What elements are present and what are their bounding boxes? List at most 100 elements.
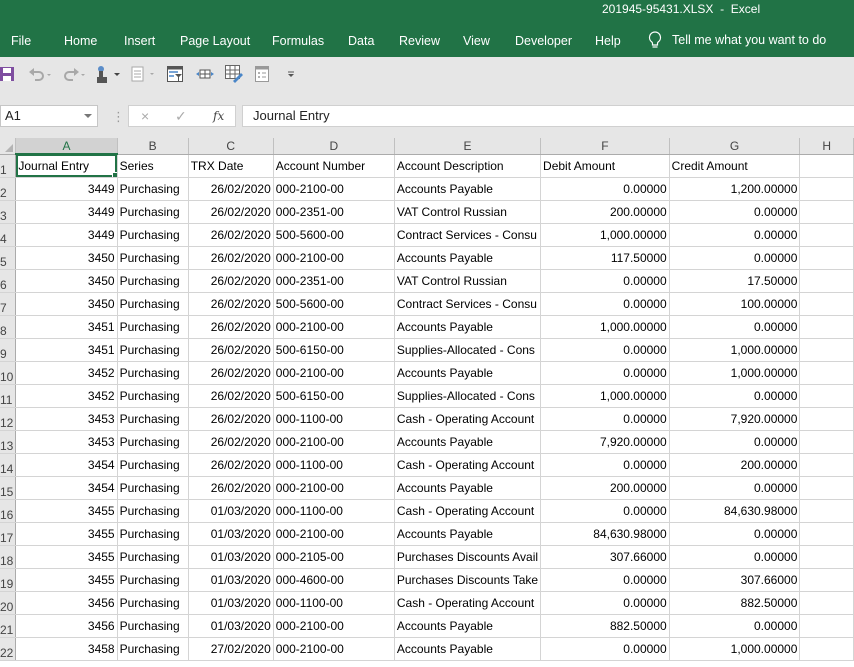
row-header[interactable]: 1 bbox=[0, 154, 17, 178]
cell[interactable]: Supplies-Allocated - Cons bbox=[394, 384, 542, 408]
cell[interactable]: 000-2100-00 bbox=[273, 361, 395, 385]
name-box[interactable]: A1 bbox=[0, 105, 98, 127]
column-header-a[interactable]: A bbox=[15, 138, 118, 155]
tell-me-search[interactable]: Tell me what you want to do bbox=[648, 31, 826, 49]
cell[interactable]: 3453 bbox=[15, 430, 118, 454]
cell[interactable]: Purchasing bbox=[117, 246, 189, 270]
cell[interactable]: 7,920.00000 bbox=[669, 407, 801, 431]
cell[interactable]: 0.00000 bbox=[540, 177, 670, 201]
cell[interactable]: Accounts Payable bbox=[394, 614, 542, 638]
cell[interactable]: 3450 bbox=[15, 269, 118, 293]
cell[interactable]: Cash - Operating Account bbox=[394, 499, 542, 523]
cell[interactable]: 26/02/2020 bbox=[188, 384, 274, 408]
touch-mode-icon[interactable] bbox=[96, 65, 122, 83]
row-header[interactable]: 16 bbox=[0, 499, 17, 523]
cell[interactable]: 000-2100-00 bbox=[273, 522, 395, 546]
cell[interactable]: Purchasing bbox=[117, 591, 189, 615]
customize-qat-icon[interactable] bbox=[287, 65, 295, 83]
row-header[interactable]: 3 bbox=[0, 200, 17, 224]
tab-data[interactable]: Data bbox=[348, 34, 374, 48]
cell[interactable]: Accounts Payable bbox=[394, 246, 542, 270]
column-width-icon[interactable] bbox=[196, 65, 214, 83]
cell[interactable]: 1,000.00000 bbox=[669, 637, 801, 661]
formula-input[interactable]: Journal Entry bbox=[242, 105, 854, 127]
cell[interactable]: 000-2100-00 bbox=[273, 430, 395, 454]
cell[interactable]: 100.00000 bbox=[669, 292, 801, 316]
cell[interactable]: 84,630.98000 bbox=[669, 499, 801, 523]
cell[interactable]: Contract Services - Consu bbox=[394, 223, 542, 247]
cell[interactable]: 3452 bbox=[15, 384, 118, 408]
row-header[interactable]: 20 bbox=[0, 591, 17, 615]
cell[interactable]: 000-2100-00 bbox=[273, 177, 395, 201]
cell[interactable] bbox=[799, 177, 854, 201]
row-header[interactable]: 11 bbox=[0, 384, 17, 408]
cell[interactable]: 0.00000 bbox=[669, 223, 801, 247]
cell[interactable]: 26/02/2020 bbox=[188, 223, 274, 247]
cell[interactable]: Accounts Payable bbox=[394, 177, 542, 201]
cell[interactable]: Purchasing bbox=[117, 292, 189, 316]
cell[interactable]: 17.50000 bbox=[669, 269, 801, 293]
cell[interactable]: 117.50000 bbox=[540, 246, 670, 270]
cell[interactable] bbox=[799, 591, 854, 615]
row-header[interactable]: 10 bbox=[0, 361, 17, 385]
cell[interactable]: 26/02/2020 bbox=[188, 476, 274, 500]
column-header-f[interactable]: F bbox=[540, 138, 670, 155]
cell[interactable]: VAT Control Russian bbox=[394, 269, 542, 293]
row-header[interactable]: 2 bbox=[0, 177, 17, 201]
cell[interactable]: Accounts Payable bbox=[394, 361, 542, 385]
row-header[interactable]: 9 bbox=[0, 338, 17, 362]
cell[interactable]: 26/02/2020 bbox=[188, 177, 274, 201]
cell[interactable] bbox=[799, 499, 854, 523]
cell[interactable]: 000-2100-00 bbox=[273, 637, 395, 661]
tab-developer[interactable]: Developer bbox=[515, 34, 572, 48]
cell[interactable]: 000-2100-00 bbox=[273, 315, 395, 339]
cell[interactable]: 3450 bbox=[15, 246, 118, 270]
cell[interactable]: 000-1100-00 bbox=[273, 453, 395, 477]
cell[interactable]: 000-2105-00 bbox=[273, 545, 395, 569]
fill-handle[interactable] bbox=[111, 171, 117, 176]
cell[interactable]: 000-1100-00 bbox=[273, 591, 395, 615]
cell[interactable]: 500-6150-00 bbox=[273, 384, 395, 408]
cell[interactable]: 3456 bbox=[15, 591, 118, 615]
enter-icon[interactable]: ✓ bbox=[175, 108, 187, 125]
tab-file[interactable]: File bbox=[11, 34, 31, 48]
column-header-g[interactable]: G bbox=[669, 138, 801, 155]
cell[interactable] bbox=[799, 453, 854, 477]
header-cell[interactable]: Account Description bbox=[394, 154, 542, 178]
tab-page-layout[interactable]: Page Layout bbox=[180, 34, 250, 48]
cell[interactable]: Purchasing bbox=[117, 545, 189, 569]
name-box-dropdown-icon[interactable] bbox=[84, 114, 92, 118]
cell[interactable]: 3451 bbox=[15, 338, 118, 362]
cell[interactable] bbox=[799, 292, 854, 316]
cell[interactable]: Purchasing bbox=[117, 499, 189, 523]
cell[interactable]: 3454 bbox=[15, 476, 118, 500]
cell[interactable]: 3456 bbox=[15, 614, 118, 638]
cell[interactable]: Accounts Payable bbox=[394, 430, 542, 454]
cell[interactable]: Purchasing bbox=[117, 407, 189, 431]
cell[interactable]: 0.00000 bbox=[669, 384, 801, 408]
row-header[interactable]: 7 bbox=[0, 292, 17, 316]
cell[interactable]: Accounts Payable bbox=[394, 637, 542, 661]
cell[interactable]: 0.00000 bbox=[669, 246, 801, 270]
cell[interactable]: 26/02/2020 bbox=[188, 315, 274, 339]
cell[interactable]: Purchasing bbox=[117, 637, 189, 661]
cell[interactable] bbox=[799, 338, 854, 362]
cell[interactable]: Purchasing bbox=[117, 200, 189, 224]
cell[interactable]: 3458 bbox=[15, 637, 118, 661]
header-cell[interactable]: Series bbox=[117, 154, 189, 178]
cell[interactable]: 3449 bbox=[15, 177, 118, 201]
cell[interactable]: 0.00000 bbox=[540, 637, 670, 661]
cell[interactable]: 26/02/2020 bbox=[188, 407, 274, 431]
row-header[interactable]: 21 bbox=[0, 614, 17, 638]
cell[interactable]: 3453 bbox=[15, 407, 118, 431]
cell[interactable]: 26/02/2020 bbox=[188, 269, 274, 293]
cell[interactable]: Contract Services - Consu bbox=[394, 292, 542, 316]
cell[interactable]: 3452 bbox=[15, 361, 118, 385]
cell[interactable]: 0.00000 bbox=[669, 315, 801, 339]
cell[interactable]: 01/03/2020 bbox=[188, 568, 274, 592]
form-icon[interactable] bbox=[131, 65, 157, 83]
cell[interactable] bbox=[799, 522, 854, 546]
cell[interactable]: Purchasing bbox=[117, 177, 189, 201]
cell[interactable] bbox=[799, 407, 854, 431]
row-header[interactable]: 19 bbox=[0, 568, 17, 592]
